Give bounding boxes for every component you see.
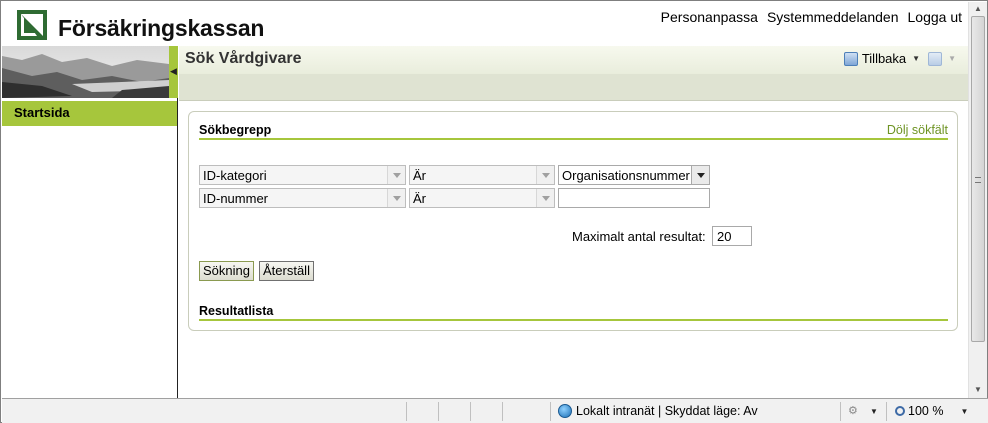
- status-separator: [502, 402, 503, 421]
- forsakringskassan-logo-icon: [17, 10, 47, 40]
- browser-window: Försäkringskassan Personanpassa Systemme…: [0, 0, 988, 423]
- field-select-row2[interactable]: ID-nummer: [199, 188, 406, 208]
- landscape-banner-image: [2, 46, 169, 98]
- logga-ut-link[interactable]: Logga ut: [908, 9, 963, 25]
- chevron-down-icon[interactable]: ▼: [870, 407, 878, 416]
- chevron-down-icon[interactable]: [387, 166, 405, 184]
- title-bar: Sök Vårdgivare Tillbaka ▼ ▼: [179, 46, 968, 74]
- chevron-down-icon[interactable]: [536, 189, 554, 207]
- operator-select-row1[interactable]: Är: [409, 165, 555, 185]
- field-select-value: ID-nummer: [203, 191, 269, 206]
- vertical-scrollbar[interactable]: ▲ ▼: [968, 2, 987, 398]
- back-button[interactable]: Tillbaka: [862, 51, 906, 66]
- top-navigation: Personanpassa Systemmeddelanden Logga ut: [661, 9, 962, 25]
- operator-select-row2[interactable]: Är: [409, 188, 555, 208]
- value-select-row1[interactable]: Organisationsnummer: [558, 165, 710, 185]
- status-separator: [406, 402, 407, 421]
- results-section-header: Resultatlista: [199, 303, 948, 321]
- security-zone[interactable]: Lokalt intranät | Skyddat läge: Av: [558, 404, 758, 418]
- chevron-down-icon[interactable]: ▼: [960, 407, 968, 416]
- status-bar: Lokalt intranät | Skyddat läge: Av ⚙ ▼ 1…: [2, 398, 988, 423]
- collapse-arrow-icon: ◀: [170, 66, 177, 76]
- chevron-down-icon[interactable]: [536, 166, 554, 184]
- status-separator: [840, 402, 841, 421]
- scroll-down-icon[interactable]: ▼: [974, 385, 982, 394]
- chevron-down-icon[interactable]: [387, 189, 405, 207]
- back-arrow-icon[interactable]: [843, 51, 858, 66]
- sub-toolbar: [179, 74, 968, 101]
- scroll-up-icon[interactable]: ▲: [974, 4, 982, 13]
- operator-select-value: Är: [413, 191, 426, 206]
- field-select-row1[interactable]: ID-kategori: [199, 165, 406, 185]
- security-zone-text: Lokalt intranät | Skyddat läge: Av: [576, 404, 758, 418]
- grip-icon: [975, 177, 981, 183]
- id-number-input[interactable]: [558, 188, 710, 208]
- history-toolbar: Tillbaka ▼ ▼: [843, 51, 960, 66]
- hide-search-fields-link[interactable]: Dölj sökfält: [887, 123, 948, 137]
- page-title: Sök Vårdgivare: [185, 50, 302, 67]
- search-section-header: Sökbegrepp Dölj sökfält: [199, 122, 948, 140]
- forward-dropdown-icon[interactable]: ▼: [948, 54, 956, 63]
- scrollbar-thumb[interactable]: [971, 16, 985, 342]
- search-button[interactable]: Sökning: [199, 261, 254, 281]
- results-section-title: Resultatlista: [199, 304, 274, 318]
- reset-button[interactable]: Återställ: [259, 261, 314, 281]
- sidebar: ◀ Startsida: [2, 46, 178, 398]
- zoom-control[interactable]: 100 % ▼: [895, 404, 968, 418]
- sidebar-item-startsida[interactable]: Startsida: [2, 101, 177, 126]
- max-results-input[interactable]: 20: [712, 226, 752, 246]
- forward-arrow-icon[interactable]: [928, 51, 943, 66]
- status-separator: [438, 402, 439, 421]
- header: Försäkringskassan Personanpassa Systemme…: [2, 2, 968, 46]
- sidebar-collapse-handle[interactable]: ◀: [169, 46, 178, 98]
- field-select-value: ID-kategori: [203, 168, 267, 183]
- systemmeddelanden-link[interactable]: Systemmeddelanden: [767, 9, 899, 25]
- magnifier-icon: [895, 406, 905, 416]
- status-separator: [550, 402, 551, 421]
- personanpassa-link[interactable]: Personanpassa: [661, 9, 758, 25]
- status-separator: [886, 402, 887, 421]
- value-select-value: Organisationsnummer: [562, 168, 690, 183]
- zoom-level: 100 %: [908, 404, 944, 418]
- protected-mode-icon[interactable]: ⚙: [848, 404, 858, 417]
- status-separator: [470, 402, 471, 421]
- operator-select-value: Är: [413, 168, 426, 183]
- search-panel: Sökbegrepp Dölj sökfält ID-kategori Är O…: [188, 111, 958, 331]
- globe-icon: [558, 404, 572, 418]
- chevron-down-icon[interactable]: [691, 166, 709, 184]
- logo-text: Försäkringskassan: [58, 15, 265, 41]
- back-dropdown-icon[interactable]: ▼: [912, 54, 920, 63]
- max-results-label: Maximalt antal resultat:: [572, 229, 706, 244]
- search-section-title: Sökbegrepp: [199, 123, 272, 137]
